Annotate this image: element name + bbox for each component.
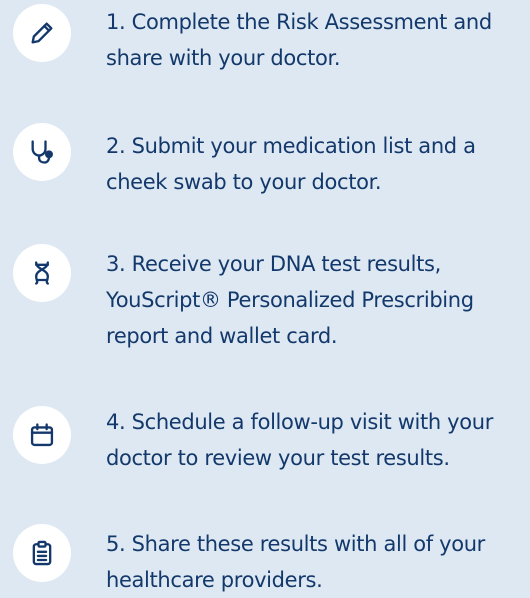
step-4-icon-badge <box>13 406 71 464</box>
calendar-icon <box>30 423 54 447</box>
step-5-line-1: 5. Share these results with all of your <box>106 532 485 556</box>
step-3-line-1: 3. Receive your DNA test results, <box>106 252 441 276</box>
stethoscope-icon <box>31 140 53 164</box>
step-5-text: 5. Share these results with all of your … <box>106 526 530 598</box>
step-3-line-2: YouScript® Personalized Prescribing <box>106 288 474 312</box>
step-2-text: 2. Submit your medication list and a che… <box>106 128 530 200</box>
step-2-line-2: cheek swab to your doctor. <box>106 170 382 194</box>
step-3-icon-badge <box>13 244 71 302</box>
step-3-text: 3. Receive your DNA test results, YouScr… <box>106 246 530 354</box>
step-1-line-2: share with your doctor. <box>106 46 341 70</box>
dna-icon <box>35 261 49 285</box>
step-4-text: 4. Schedule a follow-up visit with your … <box>106 404 530 476</box>
step-3-line-3: report and wallet card. <box>106 324 338 348</box>
step-2-icon-badge <box>13 123 71 181</box>
step-1-line-1: 1. Complete the Risk Assessment and <box>106 10 492 34</box>
step-4-line-2: doctor to review your test results. <box>106 446 450 470</box>
step-4-line-1: 4. Schedule a follow-up visit with your <box>106 410 494 434</box>
step-1-icon-badge <box>13 4 71 62</box>
clipboard-icon <box>32 540 52 566</box>
step-2-line-1: 2. Submit your medication list and a <box>106 134 476 158</box>
pencil-icon <box>31 22 53 44</box>
step-5-icon-badge <box>13 524 71 582</box>
step-1-text: 1. Complete the Risk Assessment and shar… <box>106 4 530 76</box>
steps-list: 1. Complete the Risk Assessment and shar… <box>0 0 530 592</box>
step-5-line-2: healthcare providers. <box>106 568 323 592</box>
